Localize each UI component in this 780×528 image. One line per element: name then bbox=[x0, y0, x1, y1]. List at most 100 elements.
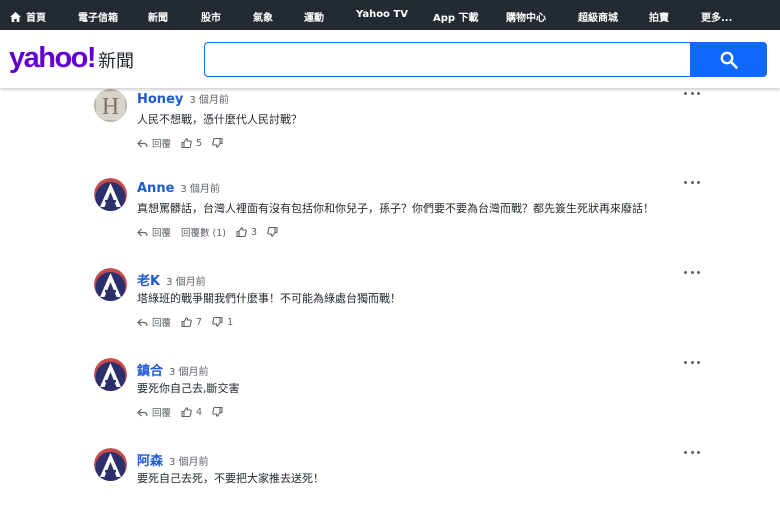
comment-time: 3 個月前 bbox=[189, 95, 229, 106]
more-options-icon[interactable] bbox=[684, 268, 700, 276]
thumbs-down-icon bbox=[212, 407, 223, 417]
avatar[interactable] bbox=[94, 448, 127, 481]
author-name[interactable]: 老K bbox=[137, 274, 160, 289]
comment-text: 人民不想戰，憑什麼代人民討戰？ bbox=[137, 113, 302, 126]
dislike-button[interactable]: 1 bbox=[212, 317, 233, 328]
nav-item-label: 氣象 bbox=[253, 13, 273, 24]
nav-item-label: 更多... bbox=[701, 13, 733, 24]
reply-label: 回覆 bbox=[152, 139, 172, 150]
nav-item-more[interactable]: 更多... bbox=[701, 9, 732, 24]
dislike-button[interactable] bbox=[212, 138, 227, 148]
dislike-button[interactable] bbox=[267, 227, 282, 237]
nav-item-app-download[interactable]: App 下載 bbox=[433, 9, 479, 24]
nav-item-auction[interactable]: 拍賣 bbox=[649, 9, 669, 24]
nav-item-label: Yahoo TV bbox=[356, 9, 408, 20]
comment-author[interactable]: Anne 3 個月前 bbox=[137, 180, 220, 196]
nav-item-shopping[interactable]: 購物中心 bbox=[506, 9, 546, 24]
comment-time: 3 個月前 bbox=[169, 367, 209, 378]
nav-item-mall[interactable]: 超級商城 bbox=[578, 9, 618, 24]
author-name[interactable]: Honey bbox=[137, 92, 183, 107]
thumbs-up-icon bbox=[236, 227, 247, 237]
nav-item-yahoo-tv[interactable]: Yahoo TV bbox=[356, 9, 408, 20]
nav-item-weather[interactable]: 氣象 bbox=[253, 9, 273, 24]
logo-section-label: 新聞 bbox=[98, 51, 135, 72]
more-options-icon[interactable] bbox=[684, 448, 700, 456]
nav-item-label: 股市 bbox=[201, 13, 221, 24]
comment-time: 3 個月前 bbox=[166, 277, 206, 288]
comment-item: 老K 3 個月前 塔綠班的戰爭關我們什麼事！不可能為綠處台獨而戰！ 回覆 7 1 bbox=[94, 268, 704, 348]
avatar[interactable] bbox=[94, 358, 127, 391]
avatar[interactable] bbox=[94, 178, 127, 211]
comment-actions: 回覆 7 1 bbox=[137, 315, 243, 329]
comment-author[interactable]: 鎮合 3 個月前 bbox=[137, 360, 209, 379]
reply-label: 回覆 bbox=[152, 408, 172, 419]
comment-text: 塔綠班的戰爭關我們什麼事！不可能為綠處台獨而戰！ bbox=[137, 292, 401, 305]
more-options-icon[interactable] bbox=[684, 358, 700, 366]
thumbs-up-icon bbox=[181, 407, 192, 417]
like-button[interactable]: 4 bbox=[181, 407, 202, 418]
author-name[interactable]: Anne bbox=[137, 181, 174, 196]
search-input[interactable] bbox=[204, 42, 691, 77]
reply-label: 回覆 bbox=[152, 228, 172, 239]
author-name[interactable]: 鎮合 bbox=[137, 364, 163, 379]
comment-actions: 回覆 4 bbox=[137, 405, 237, 419]
thumbs-down-icon bbox=[212, 317, 223, 327]
top-nav-bar: 首頁 電子信箱 新聞 股市 氣象 運動 Yahoo TV App 下載 購物中心… bbox=[0, 0, 780, 30]
more-options-icon[interactable] bbox=[684, 89, 700, 97]
like-count: 7 bbox=[196, 316, 203, 328]
comment-time: 3 個月前 bbox=[169, 457, 209, 468]
comment-text: 真想罵髒話，台灣人裡面有沒有包括你和你兒子，孫子？你們要不要為台灣而戰？都先簽生… bbox=[137, 202, 654, 215]
nav-item-home[interactable]: 首頁 bbox=[10, 9, 46, 24]
comment-text: 要死你自己去,斷交害 bbox=[137, 382, 240, 395]
dislike-count: 1 bbox=[227, 316, 234, 328]
nav-item-label: 首頁 bbox=[26, 13, 46, 24]
more-options-icon[interactable] bbox=[684, 178, 700, 186]
search-button[interactable] bbox=[690, 42, 767, 77]
nav-item-label: 運動 bbox=[304, 13, 324, 24]
like-button[interactable]: 5 bbox=[181, 138, 202, 149]
thumbs-down-icon bbox=[267, 227, 278, 237]
nav-item-label: 新聞 bbox=[148, 13, 168, 24]
reply-icon bbox=[137, 228, 148, 236]
comment-item: 鎮合 3 個月前 要死你自己去,斷交害 回覆 4 bbox=[94, 358, 704, 438]
site-header: yahoo! 新聞 bbox=[0, 30, 780, 88]
like-button[interactable]: 3 bbox=[236, 227, 257, 238]
reply-button[interactable]: 回覆 bbox=[137, 315, 171, 329]
nav-item-news[interactable]: 新聞 bbox=[148, 9, 168, 24]
comment-author[interactable]: 阿森 3 個月前 bbox=[137, 450, 209, 469]
reply-button[interactable]: 回覆 bbox=[137, 136, 171, 150]
like-count: 3 bbox=[251, 226, 258, 238]
thumbs-up-icon bbox=[181, 317, 192, 327]
yahoo-news-logo[interactable]: yahoo! 新聞 bbox=[9, 43, 134, 77]
nav-item-label: App 下載 bbox=[433, 13, 479, 24]
nav-item-label: 拍賣 bbox=[649, 13, 669, 24]
comment-actions: 回覆 5 bbox=[137, 136, 237, 150]
replies-count-button[interactable]: 回覆數 (1) bbox=[181, 225, 226, 239]
like-button[interactable]: 7 bbox=[181, 317, 202, 328]
nav-item-stocks[interactable]: 股市 bbox=[201, 9, 221, 24]
search-icon bbox=[720, 51, 738, 69]
avatar[interactable] bbox=[94, 268, 127, 301]
comment-item: Anne 3 個月前 真想罵髒話，台灣人裡面有沒有包括你和你兒子，孫子？你們要不要… bbox=[94, 178, 704, 258]
reply-button[interactable]: 回覆 bbox=[137, 405, 171, 419]
comment-author[interactable]: 老K 3 個月前 bbox=[137, 270, 206, 289]
reply-icon bbox=[137, 139, 148, 147]
nav-item-mail[interactable]: 電子信箱 bbox=[78, 9, 118, 24]
replies-count-label: 回覆數 (1) bbox=[181, 228, 226, 239]
nav-item-label: 電子信箱 bbox=[78, 13, 118, 24]
reply-button[interactable]: 回覆 bbox=[137, 225, 171, 239]
like-count: 4 bbox=[196, 406, 203, 418]
home-icon bbox=[10, 11, 21, 22]
nav-item-sports[interactable]: 運動 bbox=[304, 9, 324, 24]
thumbs-down-icon bbox=[212, 138, 223, 148]
author-name[interactable]: 阿森 bbox=[137, 454, 163, 469]
dislike-button[interactable] bbox=[212, 407, 227, 417]
avatar[interactable]: H bbox=[94, 89, 127, 122]
nav-item-label: 超級商城 bbox=[578, 13, 618, 24]
nav-item-label: 購物中心 bbox=[506, 13, 546, 24]
like-count: 5 bbox=[196, 137, 203, 149]
comment-author[interactable]: Honey 3 個月前 bbox=[137, 91, 229, 107]
comment-text: 要死自己去死，不要把大家推去送死！ bbox=[137, 472, 324, 485]
comment-item: H Honey 3 個月前 人民不想戰，憑什麼代人民討戰？ 回覆 5 bbox=[94, 89, 704, 169]
svg-text:H: H bbox=[102, 94, 119, 120]
